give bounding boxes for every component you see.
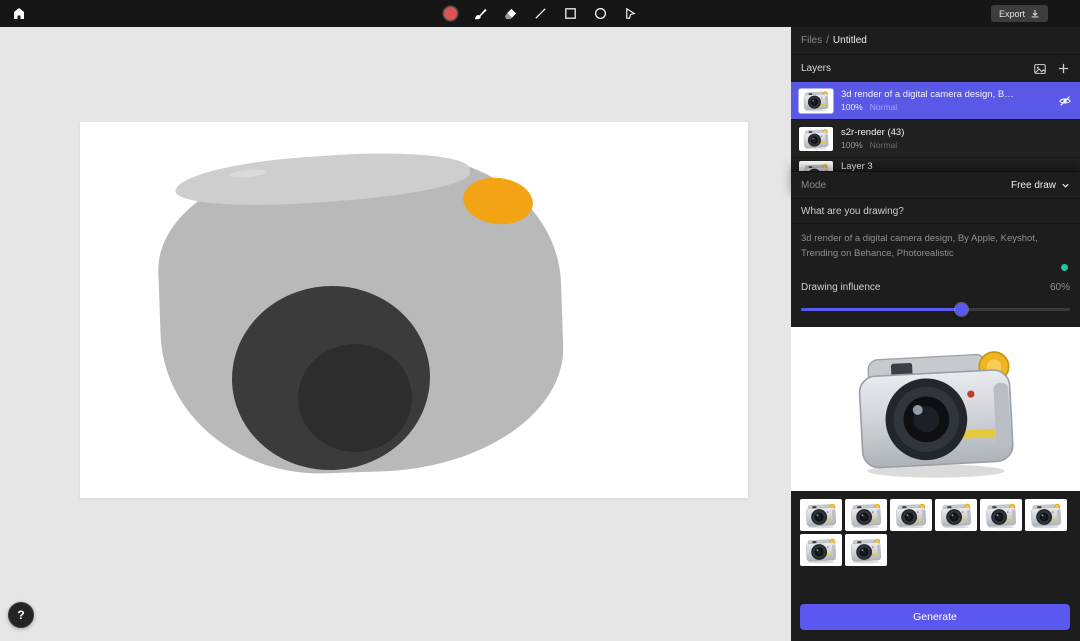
- export-button[interactable]: Export: [991, 5, 1048, 22]
- plus-icon: [1057, 62, 1070, 75]
- lasso-icon: [623, 6, 638, 21]
- generation-thumbnail[interactable]: [1025, 499, 1067, 531]
- generation-thumbnail[interactable]: [935, 499, 977, 531]
- line-tool[interactable]: [531, 5, 549, 23]
- download-icon: [1030, 9, 1040, 19]
- layers-list: 3d render of a digital camera design, By…: [791, 82, 1080, 171]
- generation-history-grid: [791, 491, 1080, 574]
- mode-dropdown[interactable]: Free draw: [1011, 180, 1070, 191]
- mode-value: Free draw: [1011, 180, 1056, 191]
- breadcrumb-separator: /: [826, 35, 829, 46]
- prompt-text: 3d render of a digital camera design, By…: [801, 233, 1038, 259]
- generated-preview-image[interactable]: [791, 327, 1080, 491]
- add-layer-button[interactable]: [1057, 62, 1070, 75]
- layer-thumbnail: [799, 127, 833, 151]
- breadcrumb: Files / Untitled: [791, 27, 1080, 55]
- brush-tool[interactable]: [471, 5, 489, 23]
- generation-thumbnail[interactable]: [980, 499, 1022, 531]
- layer-item[interactable]: s2r-render (43) 100% Normal: [791, 119, 1080, 157]
- color-swatch-tool[interactable]: [441, 5, 459, 23]
- lasso-tool[interactable]: [621, 5, 639, 23]
- app-logo-icon[interactable]: [10, 5, 28, 23]
- layer-blend-mode: Normal: [870, 102, 897, 112]
- layer-name: Layer 3: [841, 161, 873, 171]
- generation-thumbnail[interactable]: [890, 499, 932, 531]
- line-icon: [533, 6, 548, 21]
- slider-knob[interactable]: [955, 303, 968, 316]
- eraser-icon: [503, 6, 518, 21]
- eraser-tool[interactable]: [501, 5, 519, 23]
- export-label: Export: [999, 9, 1025, 19]
- mode-label: Mode: [801, 180, 826, 191]
- help-button[interactable]: ?: [8, 602, 34, 628]
- influence-label: Drawing influence: [801, 282, 881, 293]
- generation-thumbnail[interactable]: [845, 534, 887, 566]
- influence-value: 60%: [1050, 282, 1070, 293]
- generate-button[interactable]: Generate: [800, 604, 1070, 630]
- canvas-area[interactable]: [0, 27, 791, 641]
- generation-thumbnail[interactable]: [800, 499, 842, 531]
- topbar: Export: [0, 0, 1080, 27]
- breadcrumb-files-link[interactable]: Files: [801, 35, 822, 46]
- layers-header: Layers: [791, 55, 1080, 82]
- ellipse-icon: [593, 6, 608, 21]
- sketch-lens-inner: [298, 344, 412, 452]
- drawing-influence-row: Drawing influence 60%: [791, 273, 1080, 293]
- breadcrumb-current: Untitled: [833, 35, 867, 46]
- influence-slider[interactable]: [801, 303, 1070, 316]
- brush-icon: [473, 6, 488, 21]
- layer-name: s2r-render (43): [841, 127, 904, 138]
- layer-opacity: 100%: [841, 140, 863, 150]
- layers-title: Layers: [801, 63, 831, 74]
- layer-visibility-off-icon[interactable]: [1058, 94, 1072, 108]
- layer-thumbnail: [799, 161, 833, 171]
- rectangle-tool[interactable]: [561, 5, 579, 23]
- layer-thumbnail: [799, 89, 833, 113]
- ellipse-tool[interactable]: [591, 5, 609, 23]
- add-image-layer-button[interactable]: [1033, 62, 1047, 76]
- generation-thumbnail[interactable]: [845, 499, 887, 531]
- layer-opacity: 100%: [841, 102, 863, 112]
- image-icon: [1033, 62, 1047, 76]
- rectangle-icon: [563, 6, 578, 21]
- prompt-section-header: What are you drawing?: [791, 198, 1080, 224]
- layer-name: 3d render of a digital camera design, By…: [841, 89, 1017, 100]
- generation-thumbnail[interactable]: [800, 534, 842, 566]
- sidebar: Files / Untitled Layers 3d render of a d…: [791, 27, 1080, 641]
- color-swatch-icon: [444, 7, 457, 20]
- layer-blend-mode: Normal: [870, 140, 897, 150]
- artboard[interactable]: [80, 122, 748, 498]
- app-root: Export Files / Untitled Layers: [0, 0, 1080, 641]
- prompt-label: What are you drawing?: [801, 206, 904, 217]
- prompt-input[interactable]: 3d render of a digital camera design, By…: [791, 224, 1080, 273]
- chevron-down-icon: [1061, 181, 1070, 190]
- layer-item[interactable]: Layer 3: [791, 157, 1080, 171]
- prompt-status-dot: [1061, 264, 1068, 271]
- mode-row: Mode Free draw: [791, 171, 1080, 198]
- slider-fill: [801, 308, 962, 311]
- toolbar: [441, 0, 639, 27]
- layer-item-selected[interactable]: 3d render of a digital camera design, By…: [791, 82, 1080, 119]
